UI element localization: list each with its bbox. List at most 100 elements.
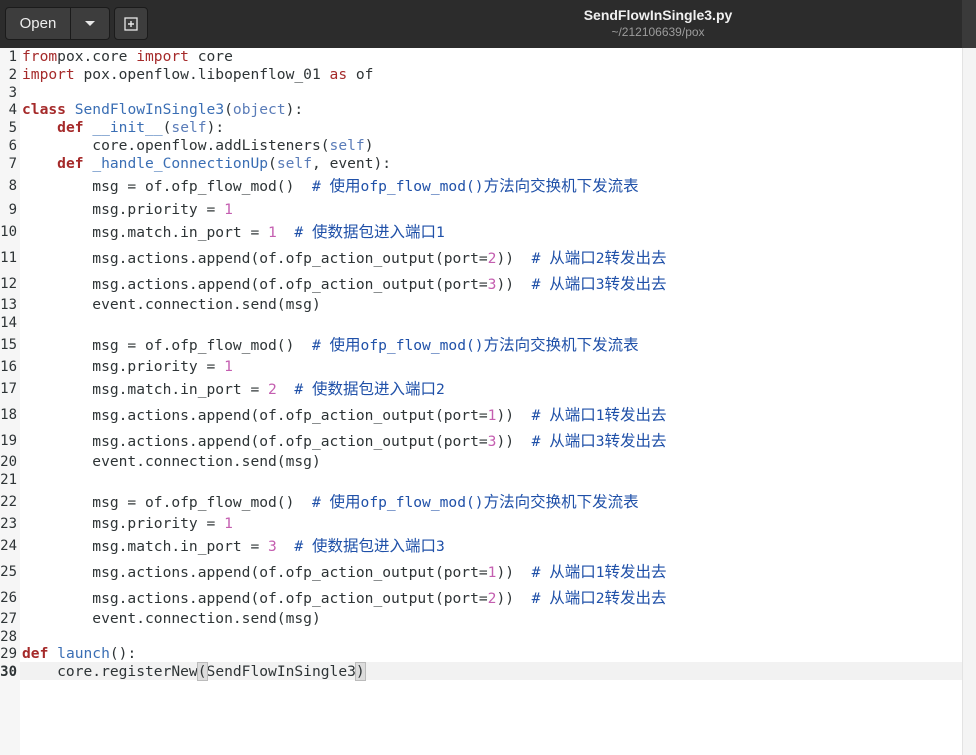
code-token: msg = of.ofp_flow_mod() (22, 178, 312, 195)
code-line[interactable]: 25 msg.actions.append(of.ofp_action_outp… (0, 563, 962, 581)
code-token: # 使数据包进入端口1 (294, 223, 445, 241)
code-line[interactable]: 4 class SendFlowInSingle3(object): (0, 101, 962, 119)
code-line[interactable]: 19 msg.actions.append(of.ofp_action_outp… (0, 432, 962, 450)
code-token: core (188, 48, 233, 65)
line-number: 12 (0, 276, 17, 292)
code-token: # 从端口3转发出去 (531, 275, 667, 293)
code-line[interactable]: 9 msg.priority = 1 (0, 201, 962, 219)
code-token: of (347, 66, 374, 83)
code-token: msg.match.in_port = (22, 538, 269, 555)
line-number: 13 (0, 297, 17, 313)
code-token: 1 (224, 201, 233, 218)
code-line[interactable]: 1 frompox.core import core (0, 48, 962, 66)
code-line[interactable]: 24 msg.match.in_port = 3 # 使数据包进入端口3 (0, 537, 962, 555)
code-token: SendFlowInSingle3 (74, 101, 225, 118)
code-token: msg.match.in_port = (22, 224, 269, 241)
code-line[interactable]: 21 (0, 471, 962, 489)
code-line[interactable]: 14 (0, 314, 962, 332)
code-token: __init__ (92, 119, 163, 136)
code-token: msg.actions.append(of.ofp_action_output(… (22, 433, 488, 450)
line-number: 3 (8, 85, 17, 101)
line-number: 5 (8, 120, 17, 136)
code-text: event.connection.send(msg) (22, 610, 320, 628)
open-menu-button[interactable] (71, 7, 110, 40)
code-token: )) (496, 250, 532, 267)
code-token: msg.actions.append(of.ofp_action_output(… (22, 250, 488, 267)
code-editor[interactable]: 1 frompox.core import core 2 import pox.ope… (0, 48, 962, 755)
code-line[interactable]: 13 event.connection.send(msg) (0, 296, 962, 314)
code-line[interactable]: 5 def __init__(self): (0, 119, 962, 137)
code-text: msg.actions.append(of.ofp_action_output(… (22, 589, 667, 608)
code-line[interactable]: 17 msg.match.in_port = 2 # 使数据包进入端口2 (0, 380, 962, 398)
code-token: ( (196, 662, 208, 681)
code-token: )) (496, 590, 532, 607)
code-token: , event): (312, 155, 392, 172)
code-token: event.connection.send(msg) (22, 453, 321, 470)
code-token: )) (496, 407, 532, 424)
code-token: 1 (268, 224, 277, 241)
new-document-button[interactable] (114, 7, 148, 40)
line-number: 21 (0, 472, 17, 488)
window-title-block: SendFlowInSingle3.py ~/212106639/pox (510, 7, 806, 39)
code-text: msg.match.in_port = 1 # 使数据包进入端口1 (22, 223, 445, 242)
code-line[interactable]: 10 msg.match.in_port = 1 # 使数据包进入端口1 (0, 223, 962, 241)
code-token: ( (224, 101, 233, 118)
line-number: 26 (0, 590, 17, 606)
open-button[interactable]: Open (5, 7, 71, 40)
code-line[interactable]: 28 (0, 628, 962, 646)
code-line[interactable]: 22 msg = of.ofp_flow_mod() # 使用ofp_flow_… (0, 493, 962, 511)
code-line[interactable]: 2 import pox.openflow.libopenflow_01 as o… (0, 66, 962, 84)
code-token: )) (496, 276, 532, 293)
code-token: ) (354, 662, 366, 681)
code-token: as (329, 66, 348, 83)
code-line[interactable]: 6 core.openflow.addListeners(self) (0, 137, 962, 155)
line-number: 10 (0, 224, 17, 240)
code-token: 2 (268, 381, 277, 398)
code-text: msg = of.ofp_flow_mod() # 使用ofp_flow_mod… (22, 336, 638, 355)
code-token: msg.actions.append(of.ofp_action_output(… (22, 564, 488, 581)
code-line[interactable]: 11 msg.actions.append(of.ofp_action_outp… (0, 249, 962, 267)
code-line[interactable]: 15 msg = of.ofp_flow_mod() # 使用ofp_flow_… (0, 336, 962, 354)
new-document-icon (124, 16, 138, 31)
code-line[interactable]: 27 event.connection.send(msg) (0, 610, 962, 628)
code-line[interactable]: 26 msg.actions.append(of.ofp_action_outp… (0, 589, 962, 607)
code-token: # 从端口2转发出去 (531, 589, 667, 607)
code-token: ( (268, 155, 277, 172)
code-text: msg = of.ofp_flow_mod() # 使用ofp_flow_mod… (22, 493, 638, 512)
code-token: msg.actions.append(of.ofp_action_output(… (22, 407, 488, 424)
code-text: msg = of.ofp_flow_mod() # 使用ofp_flow_mod… (22, 177, 638, 196)
code-token: import (136, 48, 189, 65)
code-text: msg.actions.append(of.ofp_action_output(… (22, 563, 666, 582)
code-line[interactable]: 30 core.registerNew(SendFlowInSingle3) (0, 662, 962, 681)
code-line[interactable]: 29 def launch(): (0, 645, 962, 663)
code-line[interactable]: 23 msg.priority = 1 (0, 515, 962, 533)
code-token: launch (57, 645, 110, 662)
code-line[interactable]: 12 msg.actions.append(of.ofp_action_outp… (0, 275, 962, 293)
code-line[interactable]: 20 event.connection.send(msg) (0, 453, 962, 471)
line-number: 14 (0, 315, 17, 331)
code-text: msg.actions.append(of.ofp_action_output(… (22, 249, 667, 268)
code-line[interactable]: 16 msg.priority = 1 (0, 358, 962, 376)
code-token: # 从端口2转发出去 (531, 249, 667, 267)
line-number: 30 (0, 664, 17, 680)
line-number: 19 (0, 433, 17, 449)
vertical-scrollbar[interactable] (962, 48, 976, 755)
code-token: SendFlowInSingle3 (206, 663, 356, 680)
code-line[interactable]: 18 msg.actions.append(of.ofp_action_outp… (0, 406, 962, 424)
line-number: 28 (0, 629, 17, 645)
code-line[interactable]: 3 (0, 84, 962, 102)
line-number: 22 (0, 494, 17, 510)
code-line[interactable]: 7 def _handle_ConnectionUp(self, event): (0, 155, 962, 173)
code-token: core.registerNew (22, 663, 198, 680)
code-token: # 使数据包进入端口2 (294, 380, 445, 398)
code-token: )) (496, 433, 532, 450)
code-text: frompox.core import core (22, 48, 233, 66)
chevron-down-icon (85, 20, 95, 26)
code-line[interactable]: 8 msg = of.ofp_flow_mod() # 使用ofp_flow_m… (0, 177, 962, 195)
code-text: def __init__(self): (22, 119, 224, 137)
